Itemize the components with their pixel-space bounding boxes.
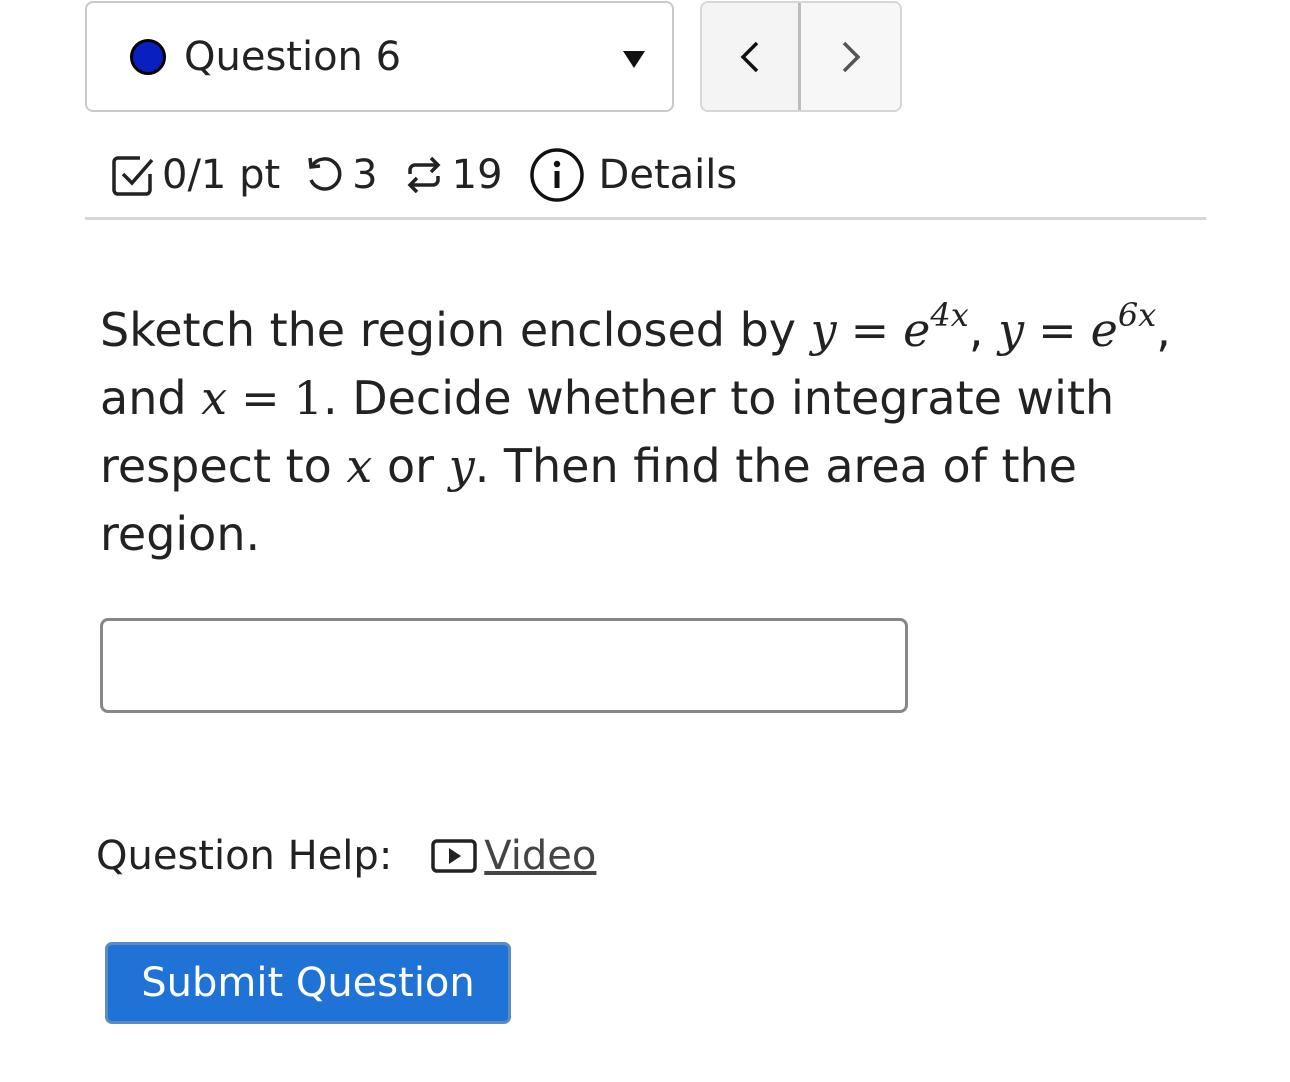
- question-status-bar: 0/1 pt 3 19 Details: [110, 140, 737, 210]
- details-link[interactable]: Details: [599, 149, 738, 201]
- math-equals: =: [241, 371, 280, 425]
- question-select-dropdown[interactable]: Question 6: [85, 1, 674, 112]
- math-y: y: [810, 303, 837, 357]
- submit-question-button[interactable]: Submit Question: [105, 942, 511, 1024]
- previous-question-button[interactable]: [702, 3, 801, 110]
- math-equals: =: [1038, 303, 1077, 357]
- attempts-icon: [404, 154, 444, 196]
- math-x: x: [201, 371, 228, 425]
- math-y: y: [998, 303, 1025, 357]
- caret-down-icon: [623, 51, 645, 68]
- math-comma: ,: [1156, 303, 1171, 357]
- question-intro-text: Sketch the region enclosed by: [100, 303, 796, 357]
- retries-count: 3: [352, 152, 378, 198]
- question-help: Question Help: Video: [96, 828, 596, 884]
- next-question-button[interactable]: [801, 3, 900, 110]
- math-exponent: 6x: [1117, 296, 1157, 334]
- or-text: or: [387, 439, 435, 493]
- math-e: e: [903, 303, 931, 357]
- info-icon[interactable]: [529, 147, 585, 203]
- math-comma: ,: [968, 303, 999, 357]
- retry-icon: [304, 154, 346, 196]
- math-exponent: 4x: [930, 296, 969, 334]
- attempts-count: 19: [451, 152, 503, 198]
- chevron-left-icon: [740, 41, 759, 72]
- math-y: y: [448, 439, 475, 493]
- math-x: x: [346, 439, 373, 493]
- question-text: Sketch the region enclosed by y = e4x, y = e…: [100, 296, 1210, 568]
- question-nav-buttons: [700, 1, 902, 112]
- question-title: Question 6: [184, 34, 402, 80]
- video-link-label: Video: [484, 833, 597, 879]
- question-help-label: Question Help:: [96, 833, 393, 879]
- video-play-icon: [431, 839, 478, 873]
- and-text: and: [100, 371, 187, 425]
- score-text: 0/1 pt: [162, 152, 281, 198]
- math-one: 1: [293, 371, 323, 425]
- header-divider: [85, 217, 1206, 220]
- chevron-right-icon: [842, 41, 860, 72]
- checkbox-icon: [110, 152, 156, 198]
- video-help-link[interactable]: Video: [430, 828, 596, 884]
- answer-input[interactable]: [100, 618, 908, 713]
- math-e: e: [1090, 303, 1118, 357]
- math-equals: =: [850, 303, 890, 357]
- question-page: Question 6 0/1 pt 3 19 Details Sketch th…: [0, 0, 1290, 1082]
- question-status-dot: [130, 39, 166, 75]
